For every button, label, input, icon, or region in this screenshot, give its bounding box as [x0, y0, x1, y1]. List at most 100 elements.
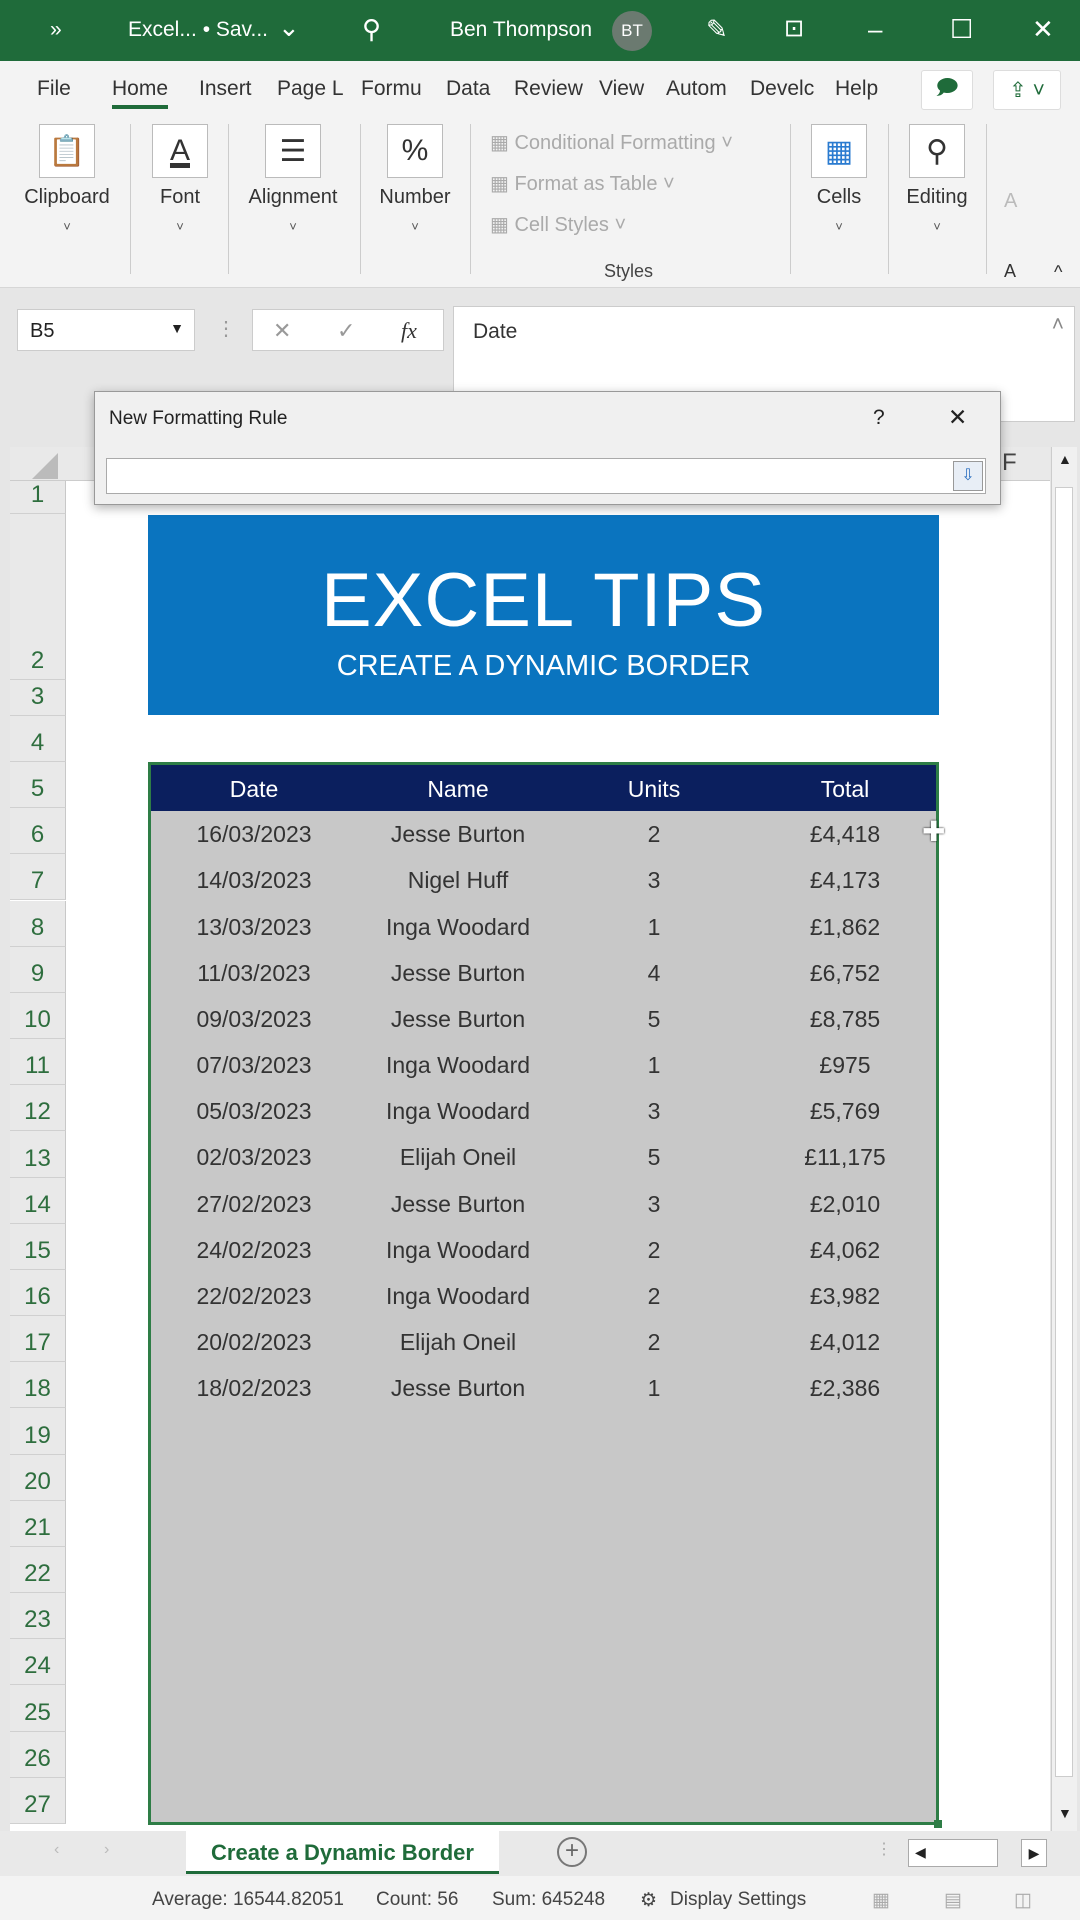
table-cell[interactable]: 2: [648, 1237, 661, 1264]
vertical-scrollbar[interactable]: ▲ ▼: [1051, 447, 1077, 1831]
table-cell[interactable]: Nigel Huff: [408, 867, 509, 894]
minimize-button[interactable]: –: [868, 14, 882, 45]
page-layout-view-icon[interactable]: ▤: [944, 1889, 962, 1912]
table-cell[interactable]: 5: [648, 1144, 661, 1171]
table-cell[interactable]: 27/02/2023: [196, 1191, 311, 1218]
tab-automate[interactable]: Autom: [666, 77, 727, 101]
table-cell[interactable]: 14/03/2023: [196, 867, 311, 894]
status-sum[interactable]: Sum: 645248: [492, 1889, 605, 1911]
row-header[interactable]: 10: [10, 992, 66, 1039]
table-cell[interactable]: 1: [648, 1052, 661, 1079]
tab-page-layout[interactable]: Page L: [277, 77, 344, 101]
table-cell[interactable]: £2,386: [810, 1375, 880, 1402]
tab-data[interactable]: Data: [446, 77, 490, 101]
scroll-thumb[interactable]: [1055, 487, 1073, 1777]
row-header[interactable]: 24: [10, 1639, 66, 1686]
alignment-group[interactable]: ☰ Alignment ˅: [238, 116, 348, 234]
row-header[interactable]: 6: [10, 808, 66, 855]
comments-button[interactable]: 🗩: [921, 70, 973, 110]
row-header[interactable]: 4: [10, 716, 66, 762]
add-sheet-button[interactable]: +: [557, 1837, 587, 1867]
table-cell[interactable]: £4,173: [810, 867, 880, 894]
table-cell[interactable]: £1,862: [810, 914, 880, 941]
editing-group[interactable]: ⚲ Editing ˅: [894, 116, 980, 234]
table-cell[interactable]: 4: [648, 960, 661, 987]
file-name[interactable]: Excel... • Sav...: [128, 18, 268, 42]
table-cell[interactable]: Elijah Oneil: [400, 1329, 516, 1356]
tab-file[interactable]: File: [37, 77, 71, 101]
cells-group[interactable]: ▦ Cells ˅: [800, 116, 878, 234]
table-cell[interactable]: 07/03/2023: [196, 1052, 311, 1079]
table-cell[interactable]: Jesse Burton: [391, 1191, 525, 1218]
table-cell[interactable]: 05/03/2023: [196, 1098, 311, 1125]
tab-review[interactable]: Review: [514, 77, 583, 101]
row-header[interactable]: 13: [10, 1131, 66, 1178]
table-cell[interactable]: Elijah Oneil: [400, 1144, 516, 1171]
maximize-button[interactable]: ☐: [950, 14, 973, 45]
table-cell[interactable]: 2: [648, 1283, 661, 1310]
help-button[interactable]: ?: [873, 406, 885, 430]
more-commands-button[interactable]: »: [50, 18, 62, 42]
collapse-ribbon-icon[interactable]: ^: [1054, 262, 1062, 283]
table-cell[interactable]: 3: [648, 1191, 661, 1218]
table-cell[interactable]: 22/02/2023: [196, 1283, 311, 1310]
row-header[interactable]: 27: [10, 1777, 66, 1824]
avatar[interactable]: BT: [612, 11, 652, 51]
row-header[interactable]: 11: [10, 1039, 66, 1086]
select-all-button[interactable]: [32, 453, 58, 479]
format-as-table-button[interactable]: ▦ Format as Table ˅: [490, 171, 675, 196]
column-header[interactable]: Units: [628, 776, 680, 803]
enter-icon[interactable]: ✓: [337, 318, 355, 344]
row-header[interactable]: 3: [10, 680, 66, 716]
table-cell[interactable]: Jesse Burton: [391, 960, 525, 987]
row-header[interactable]: 12: [10, 1085, 66, 1132]
chevron-down-icon[interactable]: ⌄: [278, 12, 300, 43]
scroll-right-icon[interactable]: ▶: [1021, 1839, 1047, 1867]
table-cell[interactable]: £8,785: [810, 1006, 880, 1033]
tab-developer[interactable]: Develc: [750, 77, 814, 101]
table-cell[interactable]: 11/03/2023: [197, 960, 310, 987]
table-cell[interactable]: 2: [648, 1329, 661, 1356]
scroll-up-icon[interactable]: ▲: [1058, 451, 1072, 467]
table-cell[interactable]: Inga Woodard: [386, 914, 530, 941]
table-cell[interactable]: Inga Woodard: [386, 1237, 530, 1264]
row-header[interactable]: 23: [10, 1593, 66, 1640]
cancel-icon[interactable]: ✕: [273, 318, 291, 344]
next-sheet-icon[interactable]: ›: [104, 1841, 109, 1859]
tab-view[interactable]: View: [599, 77, 644, 101]
display-settings-button[interactable]: Display Settings: [670, 1889, 806, 1911]
table-cell[interactable]: Jesse Burton: [391, 821, 525, 848]
row-header[interactable]: 21: [10, 1500, 66, 1547]
search-icon[interactable]: ⚲: [362, 14, 381, 45]
table-cell[interactable]: Jesse Burton: [391, 1006, 525, 1033]
table-cell[interactable]: 2: [648, 821, 661, 848]
table-cell[interactable]: Inga Woodard: [386, 1283, 530, 1310]
status-average[interactable]: Average: 16544.82051: [152, 1889, 344, 1911]
row-header[interactable]: 19: [10, 1408, 66, 1455]
row-header[interactable]: 22: [10, 1546, 66, 1594]
table-cell[interactable]: £6,752: [810, 960, 880, 987]
share-button[interactable]: ⇪ ˅: [993, 70, 1061, 110]
display-settings-icon[interactable]: ⚙: [640, 1889, 657, 1912]
column-header[interactable]: Total: [821, 776, 870, 803]
row-header[interactable]: 7: [10, 854, 66, 901]
chevron-down-icon[interactable]: ▼: [170, 320, 184, 336]
row-header[interactable]: 20: [10, 1454, 66, 1501]
row-header[interactable]: 17: [10, 1316, 66, 1363]
row-header[interactable]: 26: [10, 1731, 66, 1778]
table-cell[interactable]: 02/03/2023: [196, 1144, 311, 1171]
clipboard-group[interactable]: 📋 Clipboard ˅: [17, 116, 117, 234]
collapse-formula-icon[interactable]: ˄: [1052, 313, 1064, 337]
row-header[interactable]: 1: [10, 481, 66, 514]
prev-sheet-icon[interactable]: ‹: [54, 1841, 59, 1859]
row-header[interactable]: 5: [10, 762, 66, 809]
row-header[interactable]: 25: [10, 1685, 66, 1732]
row-header[interactable]: 8: [10, 900, 66, 947]
table-cell[interactable]: 3: [648, 1098, 661, 1125]
row-header[interactable]: 18: [10, 1362, 66, 1409]
close-button[interactable]: ✕: [948, 404, 967, 431]
close-button[interactable]: ✕: [1032, 14, 1054, 45]
table-cell[interactable]: £4,012: [810, 1329, 880, 1356]
table-cell[interactable]: 13/03/2023: [196, 914, 311, 941]
tab-home[interactable]: Home: [112, 77, 169, 109]
